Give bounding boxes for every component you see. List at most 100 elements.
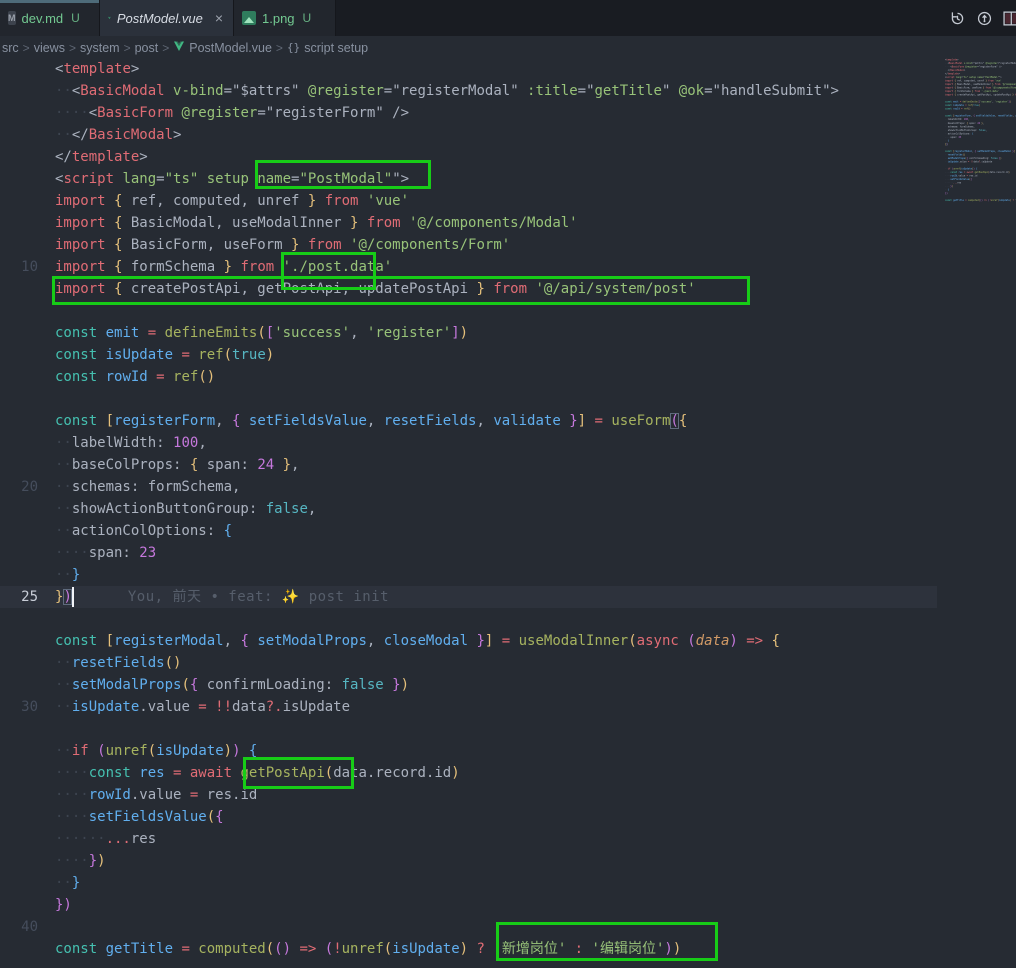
line-number: 20 xyxy=(0,476,38,498)
code-line-7[interactable]: import { ref, computed, unref } from 'vu… xyxy=(0,190,1016,212)
code-line-12[interactable] xyxy=(0,300,1016,322)
code-line-6[interactable]: <script lang="ts" setup name="PostModal"… xyxy=(0,168,1016,190)
code-line-11[interactable]: import { createPostApi, getPostApi, upda… xyxy=(0,278,1016,300)
code-line-35[interactable]: ····setFieldsValue({ xyxy=(0,806,1016,828)
code-line-32[interactable]: ··if (unref(isUpdate)) { xyxy=(0,740,1016,762)
line-number xyxy=(0,344,38,366)
git-blame-annotation: You, 前天 • feat: ✨ post init xyxy=(128,589,389,605)
code-line-27[interactable]: const [registerModal, { setModalProps, c… xyxy=(0,630,1016,652)
line-number: 10 xyxy=(0,256,38,278)
git-untracked-badge: U xyxy=(303,11,312,25)
code-line-37[interactable]: ····}) xyxy=(0,850,1016,872)
line-number xyxy=(0,234,38,256)
vue-logo-icon xyxy=(173,41,185,55)
code-line-38[interactable]: ··} xyxy=(0,872,1016,894)
code-line-33[interactable]: ····const res = await getPostApi(data.re… xyxy=(0,762,1016,784)
breadcrumb-item-views[interactable]: views xyxy=(34,41,65,55)
line-number xyxy=(0,388,38,410)
line-number xyxy=(0,542,38,564)
breadcrumb-item-script-setup[interactable]: {}script setup xyxy=(287,41,368,55)
line-number xyxy=(0,784,38,806)
tab-top-border xyxy=(0,0,99,3)
breadcrumb-item-src[interactable]: src xyxy=(2,41,19,55)
tab-1-png[interactable]: 1.png U xyxy=(234,0,336,36)
markdown-file-icon: M xyxy=(8,11,16,25)
line-number xyxy=(0,322,38,344)
vue-logo-icon xyxy=(108,11,111,25)
breadcrumb: src>views>system>post>PostModel.vue>{}sc… xyxy=(2,36,1016,59)
line-number xyxy=(0,300,38,322)
line-number xyxy=(0,102,38,124)
minimap[interactable]: <template>··<BasicModal v-bind="$attrs" … xyxy=(945,58,1016,968)
code-line-23[interactable]: ····span: 23 xyxy=(0,542,1016,564)
code-line-18[interactable]: ··labelWidth: 100, xyxy=(0,432,1016,454)
line-number xyxy=(0,498,38,520)
code-line-41[interactable]: const getTitle = computed(() => (!unref(… xyxy=(0,938,1016,960)
line-number xyxy=(0,630,38,652)
breadcrumb-separator: > xyxy=(23,41,30,55)
open-changes-icon[interactable] xyxy=(976,10,993,27)
code-line-24[interactable]: ··} xyxy=(0,564,1016,586)
code-line-1[interactable]: <template> xyxy=(0,58,1016,80)
code-line-25[interactable]: 25})You, 前天 • feat: ✨ post init xyxy=(0,586,937,608)
code-line-19[interactable]: ··baseColProps: { span: 24 }, xyxy=(0,454,1016,476)
code-line-40[interactable]: 40 xyxy=(0,916,1016,938)
line-number xyxy=(0,212,38,234)
code-line-14[interactable]: const isUpdate = ref(true) xyxy=(0,344,1016,366)
breadcrumb-separator: > xyxy=(276,41,283,55)
code-line-17[interactable]: const [registerForm, { setFieldsValue, r… xyxy=(0,410,1016,432)
line-number xyxy=(0,80,38,102)
code-line-39[interactable]: }) xyxy=(0,894,1016,916)
close-tab-icon[interactable]: × xyxy=(215,10,223,26)
code-line-16[interactable] xyxy=(0,388,1016,410)
tab-dev-md[interactable]: M dev.md U xyxy=(0,0,100,36)
line-number xyxy=(0,608,38,630)
text-cursor xyxy=(72,587,74,607)
code-line-13[interactable]: const emit = defineEmits(['success', 're… xyxy=(0,322,1016,344)
split-editor-icon[interactable] xyxy=(1003,10,1016,27)
code-line-31[interactable] xyxy=(0,718,1016,740)
tab-label: PostModel.vue xyxy=(117,11,203,26)
tab-postmodel-vue[interactable]: PostModel.vue × xyxy=(100,0,234,36)
image-file-icon xyxy=(242,11,256,25)
line-number xyxy=(0,366,38,388)
breadcrumb-item-postmodel-vue[interactable]: PostModel.vue xyxy=(173,41,272,55)
breadcrumb-separator: > xyxy=(162,41,169,55)
code-line-5[interactable]: </template> xyxy=(0,146,1016,168)
line-number xyxy=(0,674,38,696)
code-line-20[interactable]: 20··schemas: formSchema, xyxy=(0,476,1016,498)
line-number xyxy=(0,124,38,146)
breadcrumb-item-post[interactable]: post xyxy=(135,41,159,55)
braces-symbol-icon: {} xyxy=(287,41,300,54)
line-number xyxy=(0,146,38,168)
code-line-21[interactable]: ··showActionButtonGroup: false, xyxy=(0,498,1016,520)
breadcrumb-item-system[interactable]: system xyxy=(80,41,120,55)
line-number xyxy=(0,564,38,586)
code-line-36[interactable]: ······...res xyxy=(0,828,1016,850)
line-number xyxy=(0,410,38,432)
code-line-2[interactable]: ··<BasicModal v-bind="$attrs" @register=… xyxy=(0,80,1016,102)
code-line-34[interactable]: ····rowId.value = res.id xyxy=(0,784,1016,806)
code-line-8[interactable]: import { BasicModal, useModalInner } fro… xyxy=(0,212,1016,234)
line-number xyxy=(0,520,38,542)
code-line-10[interactable]: 10import { formSchema } from './post.dat… xyxy=(0,256,1016,278)
code-line-3[interactable]: ····<BasicForm @register="registerForm" … xyxy=(0,102,1016,124)
timeline-history-icon[interactable] xyxy=(949,10,966,27)
code-line-22[interactable]: ··actionColOptions: { xyxy=(0,520,1016,542)
line-number xyxy=(0,718,38,740)
code-line-4[interactable]: ··</BasicModal> xyxy=(0,124,1016,146)
line-number xyxy=(0,740,38,762)
code-line-9[interactable]: import { BasicForm, useForm } from '@/co… xyxy=(0,234,1016,256)
line-number xyxy=(0,58,38,80)
code-line-28[interactable]: ··resetFields() xyxy=(0,652,1016,674)
code-line-26[interactable] xyxy=(0,608,1016,630)
line-number xyxy=(0,432,38,454)
breadcrumb-separator: > xyxy=(124,41,131,55)
code-line-15[interactable]: const rowId = ref() xyxy=(0,366,1016,388)
line-number xyxy=(0,828,38,850)
code-line-30[interactable]: 30··isUpdate.value = !!data?.isUpdate xyxy=(0,696,1016,718)
code-editor[interactable]: <template>··<BasicModal v-bind="$attrs" … xyxy=(0,58,1016,968)
line-number xyxy=(0,168,38,190)
editor-tab-bar: M dev.md U PostModel.vue × 1.png U xyxy=(0,0,1016,36)
code-line-29[interactable]: ··setModalProps({ confirmLoading: false … xyxy=(0,674,1016,696)
